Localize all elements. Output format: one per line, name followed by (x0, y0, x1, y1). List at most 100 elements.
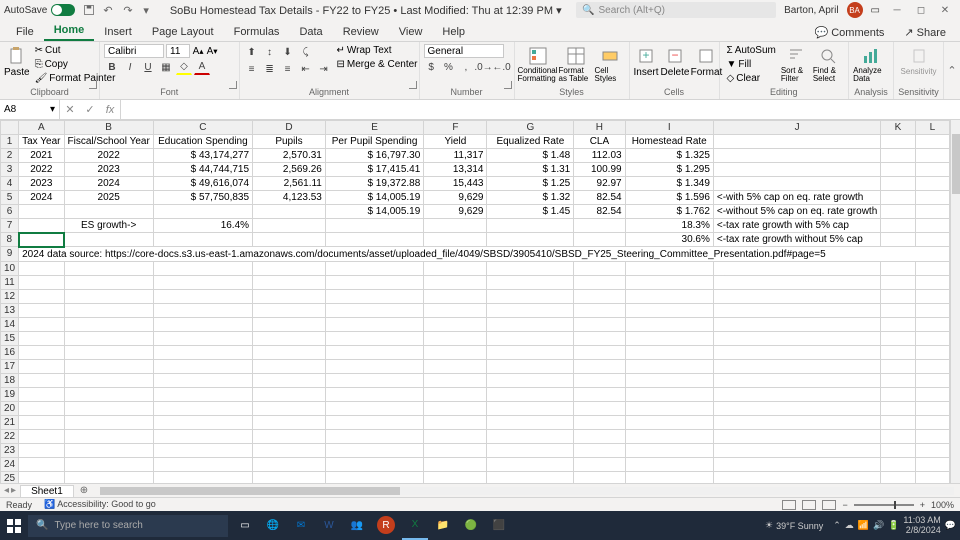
zoom-in-icon[interactable]: + (920, 500, 925, 510)
comma-format-icon[interactable]: , (458, 59, 473, 75)
cell[interactable] (19, 317, 64, 331)
cell[interactable]: $ 44,744,715 (153, 163, 252, 177)
formula-input[interactable] (121, 100, 960, 119)
cell[interactable] (253, 205, 326, 219)
cell[interactable] (325, 345, 423, 359)
cell[interactable] (19, 471, 64, 483)
cell[interactable] (574, 457, 625, 471)
row-header[interactable]: 5 (1, 191, 19, 205)
chrome-icon[interactable]: 🟢 (458, 511, 484, 540)
document-title[interactable]: SoBu Homestead Tax Details - FY22 to FY2… (155, 4, 576, 17)
cell[interactable] (487, 429, 574, 443)
row-header[interactable]: 11 (1, 275, 19, 289)
cell[interactable] (325, 317, 423, 331)
cell[interactable] (253, 429, 326, 443)
cell[interactable] (881, 233, 915, 247)
cell[interactable] (487, 345, 574, 359)
cell[interactable] (153, 233, 252, 247)
bold-button[interactable]: B (104, 59, 120, 75)
cell[interactable] (424, 317, 487, 331)
avatar[interactable]: BA (847, 2, 863, 18)
cell[interactable] (713, 471, 880, 483)
cell[interactable] (424, 429, 487, 443)
cell[interactable] (253, 387, 326, 401)
cell[interactable] (713, 289, 880, 303)
cell[interactable] (574, 359, 625, 373)
cell[interactable] (625, 471, 713, 483)
zoom-level[interactable]: 100% (931, 500, 954, 510)
cell[interactable]: <-tax rate growth without 5% cap (713, 233, 880, 247)
cell[interactable] (325, 401, 423, 415)
cell[interactable] (881, 457, 915, 471)
cell[interactable] (915, 345, 949, 359)
cell[interactable] (424, 303, 487, 317)
cell[interactable] (881, 345, 915, 359)
fx-icon[interactable]: fx (100, 100, 120, 119)
cell[interactable]: CLA (574, 135, 625, 149)
cell[interactable] (253, 275, 326, 289)
cell[interactable]: <-with 5% cap on eq. rate growth (713, 191, 880, 205)
col-header[interactable]: J (713, 121, 880, 135)
cell[interactable] (487, 219, 574, 233)
cell[interactable] (625, 331, 713, 345)
row-header[interactable]: 14 (1, 317, 19, 331)
row-header[interactable]: 21 (1, 415, 19, 429)
cell[interactable] (153, 401, 252, 415)
cell[interactable]: $ 43,174,277 (153, 149, 252, 163)
cell[interactable] (713, 261, 880, 275)
cell[interactable] (625, 289, 713, 303)
cell[interactable]: $ 1.762 (625, 205, 713, 219)
clock[interactable]: 11:03 AM 2/8/2024 (903, 516, 940, 536)
cell[interactable]: Yield (424, 135, 487, 149)
cell[interactable] (64, 303, 153, 317)
cell[interactable] (915, 275, 949, 289)
cell[interactable]: 2023 (64, 163, 153, 177)
row-header[interactable]: 7 (1, 219, 19, 233)
cell[interactable] (574, 275, 625, 289)
cell[interactable] (487, 471, 574, 483)
cell[interactable] (253, 471, 326, 483)
align-center-icon[interactable]: ≣ (262, 61, 278, 77)
dialog-launcher[interactable] (504, 81, 512, 89)
cell[interactable] (915, 289, 949, 303)
cell[interactable] (625, 387, 713, 401)
sheet-tab[interactable]: Sheet1 (20, 485, 74, 497)
wifi-icon[interactable]: 📶 (858, 520, 869, 531)
accessibility-status[interactable]: ♿ Accessibility: Good to go (44, 499, 156, 510)
zoom-slider[interactable] (854, 504, 914, 506)
cell[interactable] (881, 275, 915, 289)
cell[interactable] (153, 457, 252, 471)
col-header[interactable]: I (625, 121, 713, 135)
cell[interactable] (19, 345, 64, 359)
cell[interactable] (253, 457, 326, 471)
cell[interactable] (253, 415, 326, 429)
cell[interactable]: $ 57,750,835 (153, 191, 252, 205)
horizontal-scrollbar[interactable] (100, 487, 954, 495)
cell[interactable] (64, 275, 153, 289)
cell[interactable] (253, 373, 326, 387)
cell[interactable] (64, 401, 153, 415)
cell[interactable]: $ 14,005.19 (325, 191, 423, 205)
format-as-table-button[interactable]: Format as Table (559, 44, 593, 87)
cell[interactable] (253, 331, 326, 345)
row-header[interactable]: 20 (1, 401, 19, 415)
cell[interactable] (19, 205, 64, 219)
row-header[interactable]: 10 (1, 261, 19, 275)
cell[interactable]: 2024 (64, 177, 153, 191)
cell[interactable] (19, 359, 64, 373)
fill-button[interactable]: ▼Fill (724, 58, 779, 71)
cell[interactable] (325, 415, 423, 429)
cell[interactable] (153, 359, 252, 373)
cell[interactable] (325, 219, 423, 233)
cell[interactable] (19, 303, 64, 317)
cell[interactable] (64, 289, 153, 303)
battery-icon[interactable]: 🔋 (888, 520, 899, 531)
cell[interactable]: $ 1.25 (487, 177, 574, 191)
cell[interactable] (253, 345, 326, 359)
save-icon[interactable] (83, 4, 95, 16)
cell[interactable]: $ 1.45 (487, 205, 574, 219)
edge-icon[interactable]: 🌐 (260, 511, 286, 540)
cell[interactable] (713, 345, 880, 359)
cell[interactable]: 82.54 (574, 205, 625, 219)
col-header[interactable]: H (574, 121, 625, 135)
